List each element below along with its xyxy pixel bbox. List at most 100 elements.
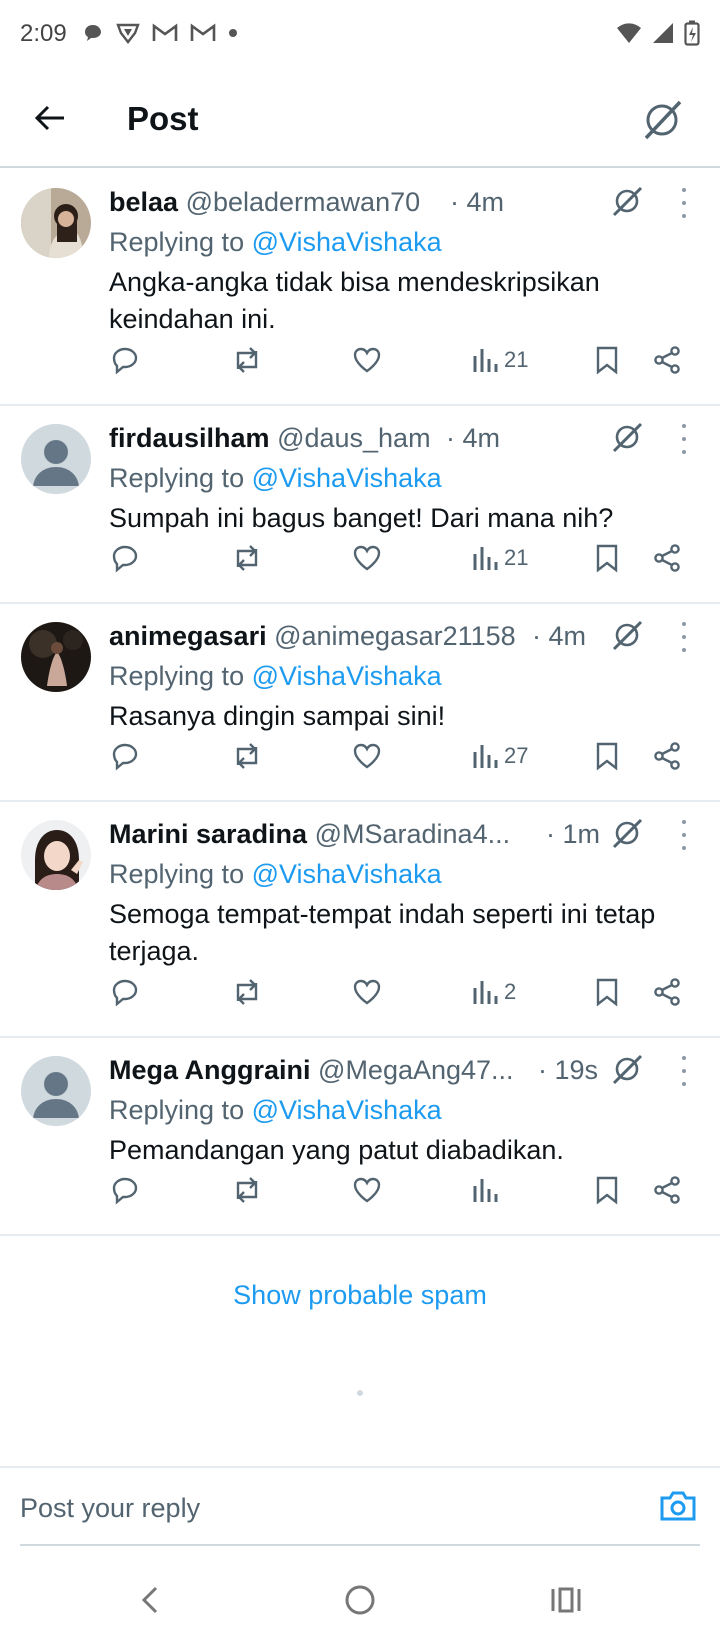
author-name[interactable]: firdausilham (109, 423, 270, 453)
avatar[interactable] (21, 622, 91, 692)
like-button[interactable] (352, 736, 382, 776)
default-avatar-icon (21, 424, 91, 494)
views-icon (473, 981, 498, 1004)
reply-item[interactable]: Mega Anggraini @MegaAng47... · 19s Reply… (0, 1038, 720, 1236)
more-options-button[interactable] (674, 820, 694, 850)
reply-composer (0, 1466, 720, 1546)
action-bar: 21 (0, 538, 720, 578)
author-handle[interactable]: @beladermawan70 (186, 187, 421, 217)
views-button[interactable]: 27 (472, 736, 528, 776)
mention-link[interactable]: @VishaVishaka (252, 859, 442, 889)
reply-input[interactable] (20, 1486, 620, 1530)
views-icon (473, 1179, 498, 1202)
reply-button[interactable] (110, 1170, 140, 1210)
nav-home-icon (345, 1585, 375, 1615)
repost-icon (236, 1177, 258, 1203)
bookmark-icon (596, 544, 618, 573)
back-button[interactable] (28, 96, 72, 140)
mention-link[interactable]: @VishaVishaka (252, 661, 442, 691)
reply-item[interactable]: firdausilham @daus_ham · 4m Replying to … (0, 406, 720, 604)
views-button[interactable]: 2 (472, 972, 516, 1012)
author-handle[interactable]: @daus_ham (277, 423, 431, 453)
author-handle[interactable]: @MegaAng47... (318, 1055, 514, 1085)
default-avatar-icon (21, 1056, 91, 1126)
repost-button[interactable] (230, 1170, 264, 1210)
author-handle[interactable]: @MSaradina4... (315, 819, 511, 849)
replying-prefix: Replying to (109, 1095, 245, 1125)
share-button[interactable] (652, 1170, 682, 1210)
grok-button[interactable] (610, 1052, 644, 1086)
bookmark-button[interactable] (594, 972, 620, 1012)
grok-icon (612, 422, 643, 453)
more-options-button[interactable] (674, 424, 694, 454)
vpn-shield-icon (116, 23, 140, 44)
repost-button[interactable] (230, 972, 264, 1012)
views-button[interactable] (472, 1170, 504, 1210)
grok-button[interactable] (610, 816, 644, 850)
post-header: Post (0, 72, 720, 168)
reply-button[interactable] (110, 972, 140, 1012)
system-nav-bar (0, 1560, 720, 1640)
reply-button[interactable] (110, 538, 140, 578)
grok-button[interactable] (640, 98, 684, 142)
share-button[interactable] (652, 538, 682, 578)
reply-text: Sumpah ini bagus banget! Dari mana nih? (109, 503, 614, 533)
reply-item[interactable]: animegasari @animegasar21158 · 4m Replyi… (0, 604, 720, 802)
more-options-button[interactable] (674, 188, 694, 218)
nav-recents-button[interactable] (544, 1578, 588, 1622)
like-button[interactable] (352, 340, 382, 380)
arrow-left-icon (34, 105, 64, 131)
show-probable-spam-link[interactable]: Show probable spam (0, 1280, 720, 1311)
repost-button[interactable] (230, 340, 264, 380)
bookmark-button[interactable] (594, 538, 620, 578)
grok-button[interactable] (610, 420, 644, 454)
repost-icon (236, 545, 258, 571)
bookmark-button[interactable] (594, 736, 620, 776)
grok-icon (644, 100, 682, 140)
like-button[interactable] (352, 972, 382, 1012)
author-name[interactable]: Marini saradina (109, 819, 307, 849)
like-button[interactable] (352, 1170, 382, 1210)
reply-item[interactable]: Marini saradina @MSaradina4... · 1m Repl… (0, 802, 720, 1038)
grok-button[interactable] (610, 184, 644, 218)
gmail-icon (190, 23, 216, 41)
nav-home-button[interactable] (338, 1578, 382, 1622)
camera-button[interactable] (658, 1486, 698, 1526)
share-button[interactable] (652, 972, 682, 1012)
avatar[interactable] (21, 820, 91, 890)
more-options-button[interactable] (674, 622, 694, 652)
grok-icon (612, 186, 643, 217)
avatar[interactable] (21, 424, 91, 494)
reply-item[interactable]: belaa @beladermawan70 · 4m Replying to @… (0, 170, 720, 406)
author-handle[interactable]: @animegasar21158 (274, 621, 516, 651)
mention-link[interactable]: @VishaVishaka (252, 227, 442, 257)
mention-link[interactable]: @VishaVishaka (252, 1095, 442, 1125)
reply-button[interactable] (110, 340, 140, 380)
mention-link[interactable]: @VishaVishaka (252, 463, 442, 493)
grok-button[interactable] (610, 618, 644, 652)
author-name[interactable]: animegasari (109, 621, 267, 651)
replying-to: Replying to @VishaVishaka (109, 658, 442, 694)
reply-text: Pemandangan yang patut diabadikan. (109, 1135, 564, 1165)
repost-button[interactable] (230, 736, 264, 776)
avatar[interactable] (21, 1056, 91, 1126)
timestamp: · 1m (546, 819, 600, 849)
share-button[interactable] (652, 736, 682, 776)
views-button[interactable]: 21 (472, 538, 528, 578)
repost-button[interactable] (230, 538, 264, 578)
views-button[interactable]: 21 (472, 340, 528, 380)
nav-back-button[interactable] (128, 1578, 172, 1622)
author-name[interactable]: Mega Anggraini (109, 1055, 311, 1085)
bookmark-button[interactable] (594, 340, 620, 380)
bookmark-button[interactable] (594, 1170, 620, 1210)
more-options-button[interactable] (674, 1056, 694, 1086)
reply-button[interactable] (110, 736, 140, 776)
share-icon (654, 978, 680, 1006)
action-bar: 2 (0, 972, 720, 1012)
avatar[interactable] (21, 188, 91, 258)
author-name[interactable]: belaa (109, 187, 178, 217)
bookmark-icon (596, 1176, 618, 1205)
like-button[interactable] (352, 538, 382, 578)
timestamp: · 19s (538, 1055, 599, 1085)
share-button[interactable] (652, 340, 682, 380)
